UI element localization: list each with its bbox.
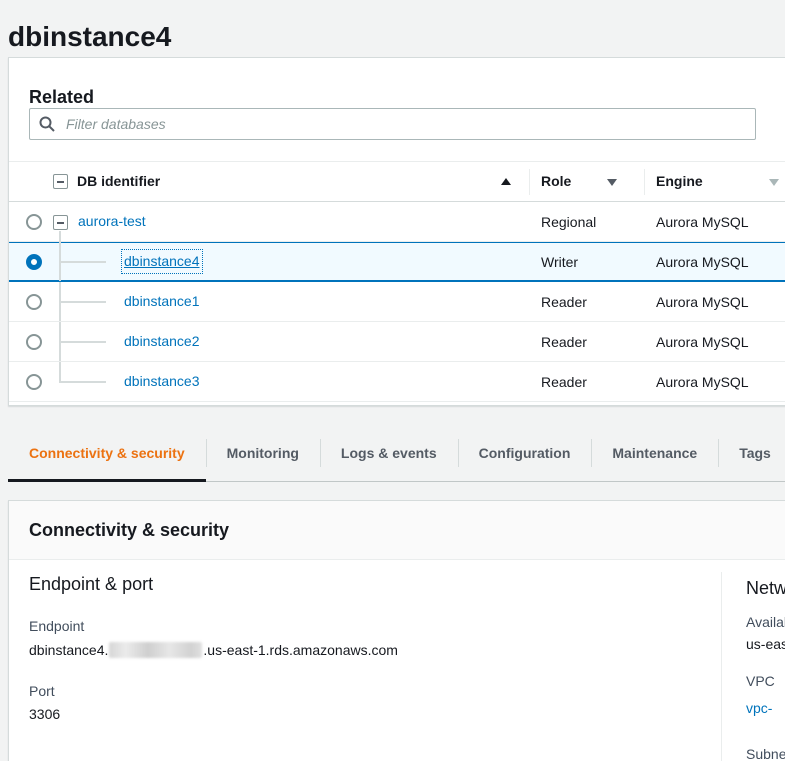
vpc-link[interactable]: vpc- bbox=[746, 700, 772, 716]
page-title: dbinstance4 bbox=[8, 21, 171, 53]
tree-line bbox=[59, 381, 106, 383]
tree-line bbox=[59, 231, 61, 242]
availability-zone-value: us-east-1a bbox=[746, 636, 785, 652]
table-header-row: DB identifier Role Engine bbox=[9, 161, 785, 202]
tab-connectivity-security[interactable]: Connectivity & security bbox=[8, 425, 206, 481]
tab-configuration[interactable]: Configuration bbox=[458, 425, 592, 481]
subnets-label: Subnets bbox=[746, 746, 785, 761]
related-panel-title: Related bbox=[29, 87, 94, 108]
detail-tabs: Connectivity & securityMonitoringLogs & … bbox=[8, 425, 785, 482]
table-row[interactable]: dbinstance1 Reader Aurora MySQL bbox=[9, 282, 785, 322]
tree-line bbox=[59, 341, 106, 343]
details-panel-content: Endpoint & port Endpoint dbinstance4. .u… bbox=[9, 560, 785, 761]
engine-cell: Aurora MySQL bbox=[656, 362, 749, 402]
row-radio-button[interactable] bbox=[26, 374, 42, 390]
endpoint-prefix: dbinstance4. bbox=[29, 642, 108, 658]
engine-cell: Aurora MySQL bbox=[656, 322, 749, 362]
column-divider bbox=[644, 169, 645, 195]
table-row[interactable]: dbinstance2 Reader Aurora MySQL bbox=[9, 322, 785, 362]
tab-tags[interactable]: Tags bbox=[718, 425, 785, 481]
role-cell: Writer bbox=[541, 242, 578, 282]
table-row[interactable]: aurora-test Regional Aurora MySQL bbox=[9, 202, 785, 242]
column-header-db-identifier[interactable]: DB identifier bbox=[77, 162, 160, 201]
filter-databases-field bbox=[29, 108, 756, 140]
engine-cell: Aurora MySQL bbox=[656, 282, 749, 322]
endpoint-suffix: .us-east-1.rds.amazonaws.com bbox=[203, 642, 398, 658]
row-radio-button[interactable] bbox=[26, 254, 42, 270]
filter-databases-input[interactable] bbox=[29, 108, 756, 140]
table-body: aurora-testRegionalAurora MySQLdbinstanc… bbox=[9, 202, 785, 402]
availability-zone-label: Availability Zone bbox=[746, 614, 785, 630]
tab-logs-events[interactable]: Logs & events bbox=[320, 425, 458, 481]
networking-section-title: Networking bbox=[746, 578, 785, 599]
db-identifier-link[interactable]: dbinstance1 bbox=[124, 292, 200, 311]
endpoint-value: dbinstance4. .us-east-1.rds.amazonaws.co… bbox=[29, 642, 398, 658]
table-row[interactable]: dbinstance4 Writer Aurora MySQL bbox=[9, 242, 785, 282]
role-cell: Regional bbox=[541, 202, 596, 242]
endpoint-label: Endpoint bbox=[29, 618, 84, 634]
engine-cell: Aurora MySQL bbox=[656, 202, 749, 242]
db-identifier-link[interactable]: dbinstance3 bbox=[124, 372, 200, 391]
db-identifier-link[interactable]: dbinstance2 bbox=[124, 332, 200, 351]
column-divider bbox=[721, 572, 722, 761]
collapse-row-icon[interactable] bbox=[53, 215, 68, 230]
role-filter-icon[interactable] bbox=[607, 179, 617, 186]
role-cell: Reader bbox=[541, 322, 587, 362]
engine-cell: Aurora MySQL bbox=[656, 242, 749, 282]
role-cell: Reader bbox=[541, 282, 587, 322]
collapse-all-icon[interactable] bbox=[53, 174, 68, 189]
role-cell: Reader bbox=[541, 362, 587, 402]
details-panel-header: Connectivity & security bbox=[9, 501, 785, 560]
vpc-label: VPC bbox=[746, 673, 775, 689]
port-label: Port bbox=[29, 683, 55, 699]
port-value: 3306 bbox=[29, 706, 60, 722]
column-header-engine[interactable]: Engine bbox=[656, 162, 703, 201]
row-radio-button[interactable] bbox=[26, 334, 42, 350]
engine-filter-icon[interactable] bbox=[769, 179, 779, 186]
tree-line bbox=[59, 301, 106, 303]
search-icon bbox=[39, 116, 55, 132]
db-identifier-link[interactable]: aurora-test bbox=[78, 212, 146, 231]
table-row[interactable]: dbinstance3 Reader Aurora MySQL bbox=[9, 362, 785, 402]
details-panel-title: Connectivity & security bbox=[29, 520, 229, 541]
row-radio-button[interactable] bbox=[26, 214, 42, 230]
column-header-role[interactable]: Role bbox=[541, 162, 571, 201]
tab-monitoring[interactable]: Monitoring bbox=[206, 425, 320, 481]
related-databases-panel: Related DB identifier Role Engine aurora… bbox=[8, 57, 785, 406]
sort-ascending-icon[interactable] bbox=[501, 178, 511, 185]
column-divider bbox=[529, 169, 530, 195]
row-radio-button[interactable] bbox=[26, 294, 42, 310]
redacted-endpoint-segment bbox=[109, 642, 202, 658]
connectivity-security-panel: Connectivity & security Endpoint & port … bbox=[8, 500, 785, 761]
tree-line bbox=[59, 261, 106, 263]
db-identifier-link[interactable]: dbinstance4 bbox=[124, 252, 200, 271]
tab-maintenance[interactable]: Maintenance bbox=[591, 425, 718, 481]
endpoint-port-section-title: Endpoint & port bbox=[29, 574, 153, 595]
tree-line bbox=[59, 362, 61, 383]
